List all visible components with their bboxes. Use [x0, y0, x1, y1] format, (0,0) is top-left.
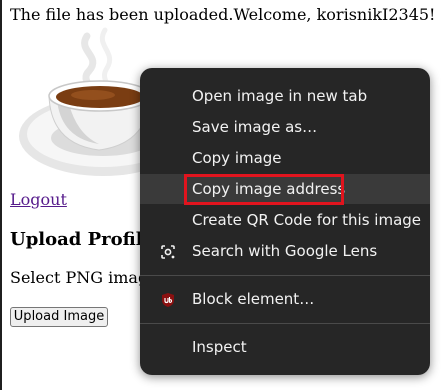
- menu-item-label: Copy image: [192, 149, 282, 167]
- menu-item-open-image-new-tab[interactable]: Open image in new tab: [140, 81, 430, 111]
- menu-item-label: Open image in new tab: [192, 87, 368, 105]
- menu-item-label: Create QR Code for this image: [192, 211, 422, 229]
- menu-separator: [140, 275, 430, 276]
- menu-item-label: Save image as…: [192, 118, 318, 136]
- logout-link[interactable]: Logout: [10, 190, 67, 209]
- menu-item-copy-image[interactable]: Copy image: [140, 143, 430, 173]
- menu-item-save-image-as[interactable]: Save image as…: [140, 112, 430, 142]
- ublock-origin-icon: [162, 293, 174, 307]
- welcome-message: The file has been uploaded.Welcome, kori…: [10, 5, 436, 24]
- menu-separator: [140, 323, 430, 324]
- highlight-annotation-box: [184, 174, 344, 205]
- menu-item-block-element[interactable]: Block element…: [140, 284, 430, 314]
- menu-item-label: Inspect: [192, 338, 247, 356]
- window-edge: [0, 0, 2, 390]
- menu-item-create-qr-code[interactable]: Create QR Code for this image: [140, 205, 430, 235]
- menu-item-label: Block element…: [192, 290, 315, 308]
- google-lens-icon: [161, 245, 175, 259]
- context-menu: Open image in new tab Save image as… Cop…: [140, 68, 430, 375]
- menu-item-inspect[interactable]: Inspect: [140, 332, 430, 362]
- upload-image-button[interactable]: Upload Image: [10, 307, 108, 327]
- menu-item-search-google-lens[interactable]: Search with Google Lens: [140, 236, 430, 266]
- menu-item-label: Search with Google Lens: [192, 242, 378, 260]
